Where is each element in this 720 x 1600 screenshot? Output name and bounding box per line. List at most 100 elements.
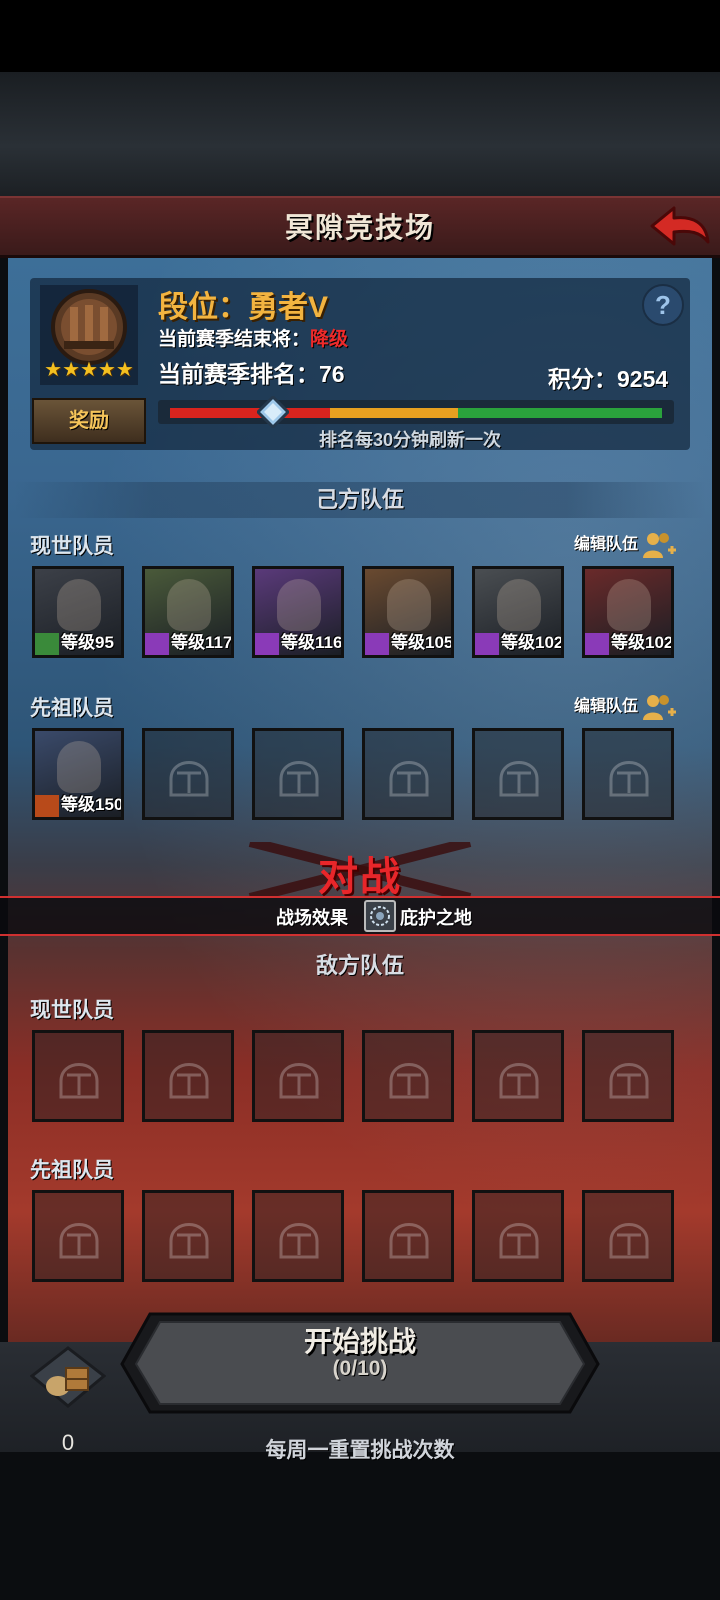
own-current-hero-slot[interactable]: 等级95 bbox=[32, 566, 124, 658]
supply-bag-icon bbox=[29, 1346, 107, 1408]
own-current-hero-slot[interactable]: 等级116 bbox=[252, 566, 344, 658]
page-title: 冥隙竞技场 bbox=[284, 212, 435, 243]
empty-helmet-icon bbox=[609, 761, 649, 797]
hero-level: 等级102 bbox=[475, 631, 561, 655]
enemy-ancestor-empty-slot[interactable] bbox=[32, 1190, 124, 1282]
supply-bag-count: 0 bbox=[61, 1430, 75, 1455]
enemy-team-header: 敌方队伍 bbox=[315, 953, 404, 978]
own-ancestor-empty-slot[interactable] bbox=[582, 728, 674, 820]
empty-helmet-icon bbox=[499, 1063, 539, 1099]
help-icon[interactable]: ? bbox=[642, 284, 684, 326]
own-ancestor-empty-slot[interactable] bbox=[472, 728, 564, 820]
reward-button[interactable]: 奖励 bbox=[32, 398, 146, 444]
hero-level: 等级117 bbox=[145, 631, 231, 655]
own-current-hero-slot[interactable]: 等级117 bbox=[142, 566, 234, 658]
staff-class-icon bbox=[255, 632, 279, 655]
bottom-spacer bbox=[0, 1452, 720, 1600]
edit-team-button-current[interactable]: 编辑队伍 bbox=[574, 530, 677, 560]
score: 积分：9254 bbox=[548, 366, 669, 392]
staff-class-icon bbox=[585, 632, 609, 655]
staff-class-icon bbox=[145, 632, 169, 655]
hero-level: 等级95 bbox=[35, 631, 121, 655]
hero-portrait bbox=[497, 579, 541, 631]
add-members-icon bbox=[643, 533, 677, 558]
enemy-ancestor-empty-slot[interactable] bbox=[142, 1190, 234, 1282]
own-ancestor-empty-slot[interactable] bbox=[142, 728, 234, 820]
hero-portrait bbox=[57, 579, 101, 631]
back-button[interactable] bbox=[648, 204, 712, 248]
own-ancestor-hero-slot[interactable]: 等级150 bbox=[32, 728, 124, 820]
empty-helmet-icon bbox=[499, 761, 539, 797]
season-end-label: 当前赛季结束将： bbox=[158, 329, 311, 350]
progress-zone-stay bbox=[330, 408, 458, 418]
rank-stars: ★★★★★ bbox=[44, 359, 134, 381]
empty-helmet-icon bbox=[59, 1063, 99, 1099]
enemy-current-label: 现世队员 bbox=[30, 999, 114, 1022]
own-ancestor-empty-slot[interactable] bbox=[362, 728, 454, 820]
edit-team-label: 编辑队伍 bbox=[574, 536, 639, 554]
rank-label: 段位：勇者V bbox=[158, 291, 329, 324]
status-bar-area bbox=[0, 0, 720, 72]
empty-helmet-icon bbox=[59, 1223, 99, 1259]
season-end-line: 当前赛季结束将：降级 bbox=[158, 324, 348, 351]
staff-class-icon bbox=[365, 632, 389, 655]
hero-portrait bbox=[607, 579, 651, 631]
empty-helmet-icon bbox=[389, 1223, 429, 1259]
empty-helmet-icon bbox=[279, 761, 319, 797]
horse-class-icon bbox=[35, 794, 59, 817]
enemy-ancestor-empty-slot[interactable] bbox=[582, 1190, 674, 1282]
refresh-note: 排名每30分钟刷新一次 bbox=[318, 430, 502, 450]
staff-class-icon bbox=[475, 632, 499, 655]
own-current-label: 现世队员 bbox=[30, 535, 114, 558]
battlefield-effect-band bbox=[0, 896, 720, 936]
hero-level: 等级150 bbox=[35, 793, 121, 817]
edit-team-button-ancestor[interactable]: 编辑队伍 bbox=[574, 692, 677, 722]
own-current-hero-slot[interactable]: 等级102 bbox=[582, 566, 674, 658]
hero-level: 等级105 bbox=[365, 631, 451, 655]
enemy-ancestor-label: 先祖队员 bbox=[30, 1159, 114, 1182]
versus-label: 对战 bbox=[318, 855, 402, 899]
hero-portrait bbox=[167, 579, 211, 631]
enemy-current-empty-slot[interactable] bbox=[32, 1030, 124, 1122]
season-rank: 当前赛季排名：76 bbox=[158, 361, 345, 387]
empty-helmet-icon bbox=[499, 1223, 539, 1259]
empty-helmet-icon bbox=[389, 761, 429, 797]
hero-portrait bbox=[387, 579, 431, 631]
enemy-ancestor-empty-slot[interactable] bbox=[472, 1190, 564, 1282]
enemy-current-empty-slot[interactable] bbox=[362, 1030, 454, 1122]
empty-helmet-icon bbox=[169, 761, 209, 797]
edit-team-label: 编辑队伍 bbox=[574, 698, 639, 716]
empty-helmet-icon bbox=[169, 1223, 209, 1259]
back-arrow-icon bbox=[650, 206, 710, 246]
battlefield-effect-name: 庇护之地 bbox=[400, 908, 472, 928]
enemy-current-empty-slot[interactable] bbox=[582, 1030, 674, 1122]
enemy-ancestor-empty-slot[interactable] bbox=[252, 1190, 344, 1282]
hero-portrait bbox=[277, 579, 321, 631]
own-current-hero-slot[interactable]: 等级102 bbox=[472, 566, 564, 658]
hero-portrait bbox=[57, 741, 101, 793]
empty-helmet-icon bbox=[609, 1223, 649, 1259]
enemy-ancestor-empty-slot[interactable] bbox=[362, 1190, 454, 1282]
enemy-current-empty-slot[interactable] bbox=[142, 1030, 234, 1122]
progress-marker-icon bbox=[256, 394, 291, 430]
bow-class-icon bbox=[35, 632, 59, 655]
empty-helmet-icon bbox=[609, 1063, 649, 1099]
own-current-hero-slot[interactable]: 等级105 bbox=[362, 566, 454, 658]
hero-level: 等级102 bbox=[585, 631, 671, 655]
battlefield-effect-label: 战场效果 bbox=[276, 908, 348, 928]
empty-helmet-icon bbox=[279, 1223, 319, 1259]
rank-emblem: ★★★★★ bbox=[40, 285, 138, 385]
sanctuary-icon[interactable] bbox=[364, 900, 396, 932]
enemy-current-empty-slot[interactable] bbox=[472, 1030, 564, 1122]
progress-zone-promote bbox=[458, 408, 662, 418]
enemy-current-empty-slot[interactable] bbox=[252, 1030, 344, 1122]
hero-level: 等级116 bbox=[255, 631, 341, 655]
supply-bag-button[interactable] bbox=[29, 1346, 107, 1408]
empty-helmet-icon bbox=[279, 1063, 319, 1099]
own-ancestor-label: 先祖队员 bbox=[30, 697, 114, 720]
upper-background bbox=[0, 72, 720, 196]
add-members-icon bbox=[643, 695, 677, 720]
own-ancestor-empty-slot[interactable] bbox=[252, 728, 344, 820]
empty-helmet-icon bbox=[169, 1063, 209, 1099]
own-team-header: 己方队伍 bbox=[14, 482, 706, 518]
